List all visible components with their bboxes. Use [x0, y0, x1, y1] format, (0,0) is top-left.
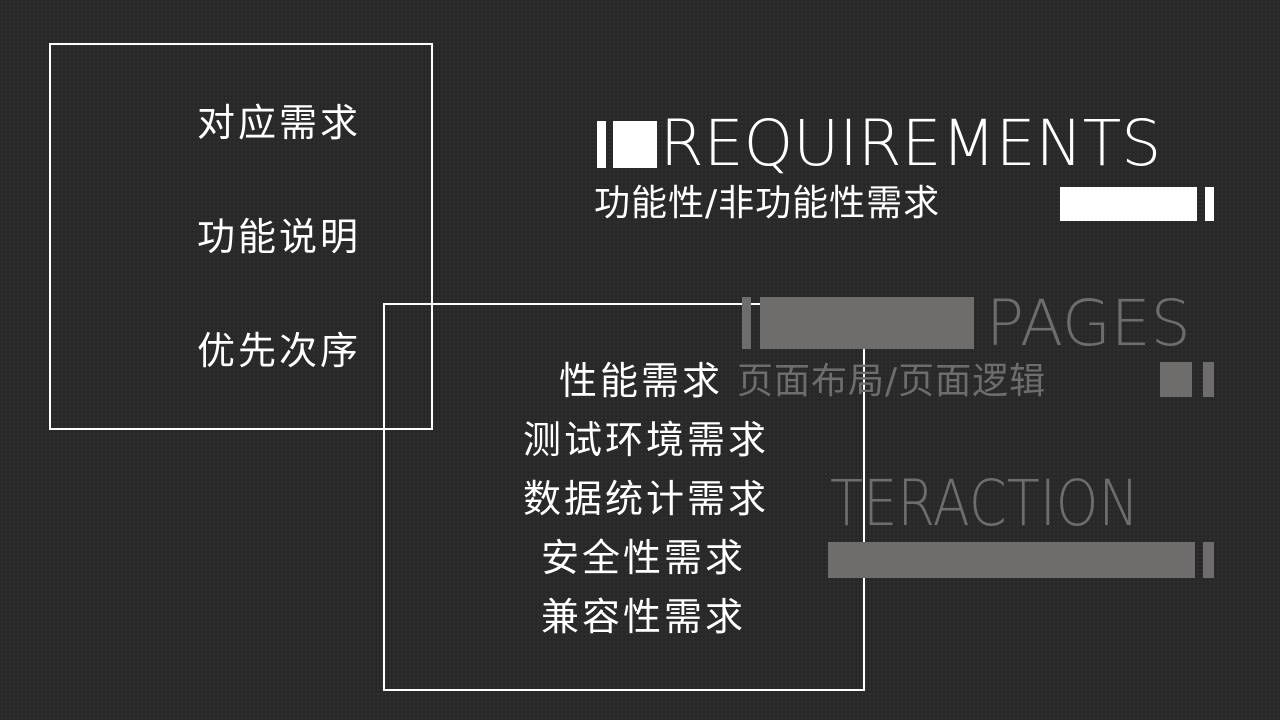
interaction-underline-bar — [1203, 542, 1214, 578]
right-box-item: 数据统计需求 — [522, 477, 769, 521]
requirements-bar-mark — [597, 121, 606, 168]
right-box-item: 测试环境需求 — [522, 418, 769, 462]
pages-underline-bar — [1203, 362, 1214, 397]
pages-bar-mark — [742, 297, 751, 349]
requirements-title: REQUIREMENTS — [660, 107, 1162, 180]
requirements-subtitle: 功能性/非功能性需求 — [594, 183, 941, 224]
interaction-title: TERACTION — [830, 467, 1139, 540]
requirements-block-mark — [613, 121, 657, 168]
pages-subtitle: 页面布局/页面逻辑 — [737, 361, 1047, 402]
requirements-underline-bar — [1205, 187, 1214, 221]
left-box-item: 功能说明 — [197, 215, 362, 259]
interaction-underline-block — [828, 542, 1195, 578]
pages-underline-block — [1160, 362, 1192, 397]
pages-title: PAGES — [986, 287, 1191, 360]
pages-block-mark — [760, 297, 974, 349]
right-box-item: 性能需求 — [558, 359, 723, 403]
right-box-item: 兼容性需求 — [540, 595, 746, 639]
right-box-item: 安全性需求 — [540, 536, 746, 580]
left-box-item: 对应需求 — [197, 101, 362, 145]
requirements-underline-block — [1060, 187, 1197, 221]
